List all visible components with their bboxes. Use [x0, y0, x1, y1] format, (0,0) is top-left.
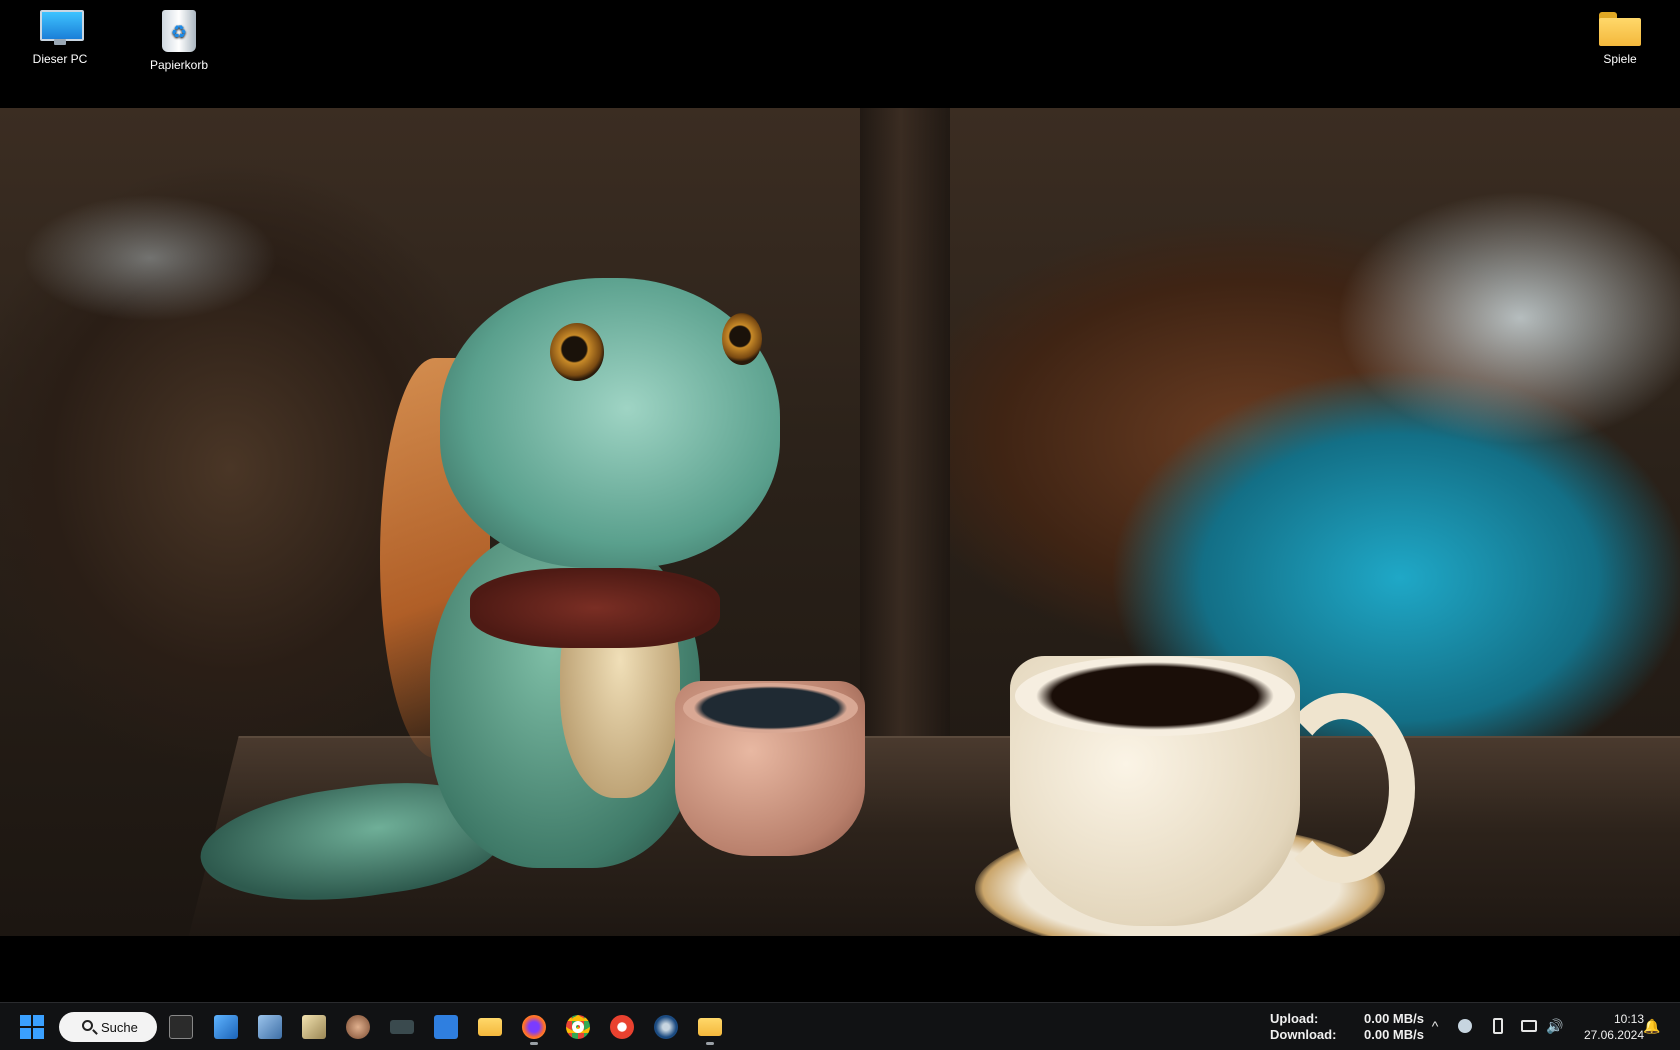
taskbar-app-file-explorer[interactable] [471, 1009, 509, 1045]
folder-icon [1599, 12, 1641, 46]
taskbar-app-red[interactable] [603, 1009, 641, 1045]
folder-icon [478, 1018, 502, 1036]
upload-label: Upload: [1270, 1011, 1319, 1026]
desktop-icon-label: Papierkorb [149, 58, 209, 72]
desktop-icon-recycle-bin[interactable]: Papierkorb [134, 10, 224, 72]
firefox-icon [522, 1015, 546, 1039]
taskbar-clock[interactable]: 10:13 27.06.2024 [1576, 1011, 1644, 1043]
recycle-bin-icon [162, 10, 196, 52]
taskbar-app-virtual-drive[interactable] [207, 1009, 245, 1045]
wallpaper-mast [860, 108, 950, 748]
excel-tool-icon [302, 1015, 326, 1039]
upload-value: 0.00 MB/s [1364, 1011, 1424, 1026]
clock-date: 27.06.2024 [1583, 1028, 1644, 1042]
network-monitor: Upload: 0.00 MB/s Download: 0.00 MB/s [1270, 1011, 1424, 1043]
id-app-icon [434, 1015, 458, 1039]
character-app-icon [346, 1015, 370, 1039]
taskbar-app-photo-viewer[interactable] [251, 1009, 289, 1045]
terminal-icon [169, 1015, 193, 1039]
download-value: 0.00 MB/s [1364, 1027, 1424, 1042]
notification-bell-icon[interactable]: 🔔 [1640, 1013, 1664, 1039]
desktop-icon-label: Dieser PC [32, 52, 88, 66]
desktop-icon-this-pc[interactable]: Dieser PC [15, 10, 105, 66]
taskbar-app-keyboard[interactable] [383, 1009, 421, 1045]
taskbar-app-chrome[interactable] [559, 1009, 597, 1045]
taskbar-app-firefox[interactable] [515, 1009, 553, 1045]
taskbar: Suche Upload: 0.00 MB/s Download: 0.00 M… [0, 1002, 1680, 1050]
photo-viewer-icon [258, 1015, 282, 1039]
tray-volume-icon[interactable]: 🔊 [1543, 1013, 1567, 1039]
steam-icon [654, 1015, 678, 1039]
taskbar-search[interactable]: Suche [59, 1012, 157, 1042]
taskbar-app-steam[interactable] [647, 1009, 685, 1045]
desktop-wallpaper [0, 108, 1680, 936]
tray-overflow-chevron-icon[interactable]: ^ [1423, 1013, 1447, 1039]
tray-usb-icon[interactable] [1486, 1013, 1510, 1039]
desktop-icon-spiele-folder[interactable]: Spiele [1575, 12, 1665, 66]
this-pc-icon [38, 10, 84, 46]
red-app-icon [610, 1015, 634, 1039]
wallpaper-dragon-eye [722, 313, 762, 365]
virtual-drive-icon [214, 1015, 238, 1039]
taskbar-app-file-explorer-2[interactable] [691, 1009, 729, 1045]
start-button[interactable] [13, 1009, 51, 1045]
wallpaper-pink-cup-coffee [683, 683, 858, 733]
wallpaper-white-cup-coffee [1015, 656, 1295, 736]
chrome-icon [566, 1015, 590, 1039]
tray-network-icon[interactable] [1517, 1013, 1541, 1039]
search-icon [82, 1020, 93, 1031]
desktop-icon-label: Spiele [1603, 52, 1637, 66]
download-label: Download: [1270, 1027, 1337, 1042]
clock-time: 10:13 [1613, 1012, 1644, 1026]
tray-steam-icon[interactable] [1453, 1013, 1477, 1039]
search-label: Suche [101, 1019, 138, 1035]
taskbar-app-character[interactable] [339, 1009, 377, 1045]
windows-logo-icon [20, 1015, 44, 1039]
taskbar-app-excel-tool[interactable] [295, 1009, 333, 1045]
keyboard-icon [390, 1020, 414, 1034]
folder-icon [698, 1018, 722, 1036]
wallpaper-dragon-eye [550, 323, 604, 381]
taskbar-app-terminal[interactable] [162, 1009, 200, 1045]
taskbar-app-id[interactable] [427, 1009, 465, 1045]
wallpaper-dragon-scarf [470, 568, 720, 648]
